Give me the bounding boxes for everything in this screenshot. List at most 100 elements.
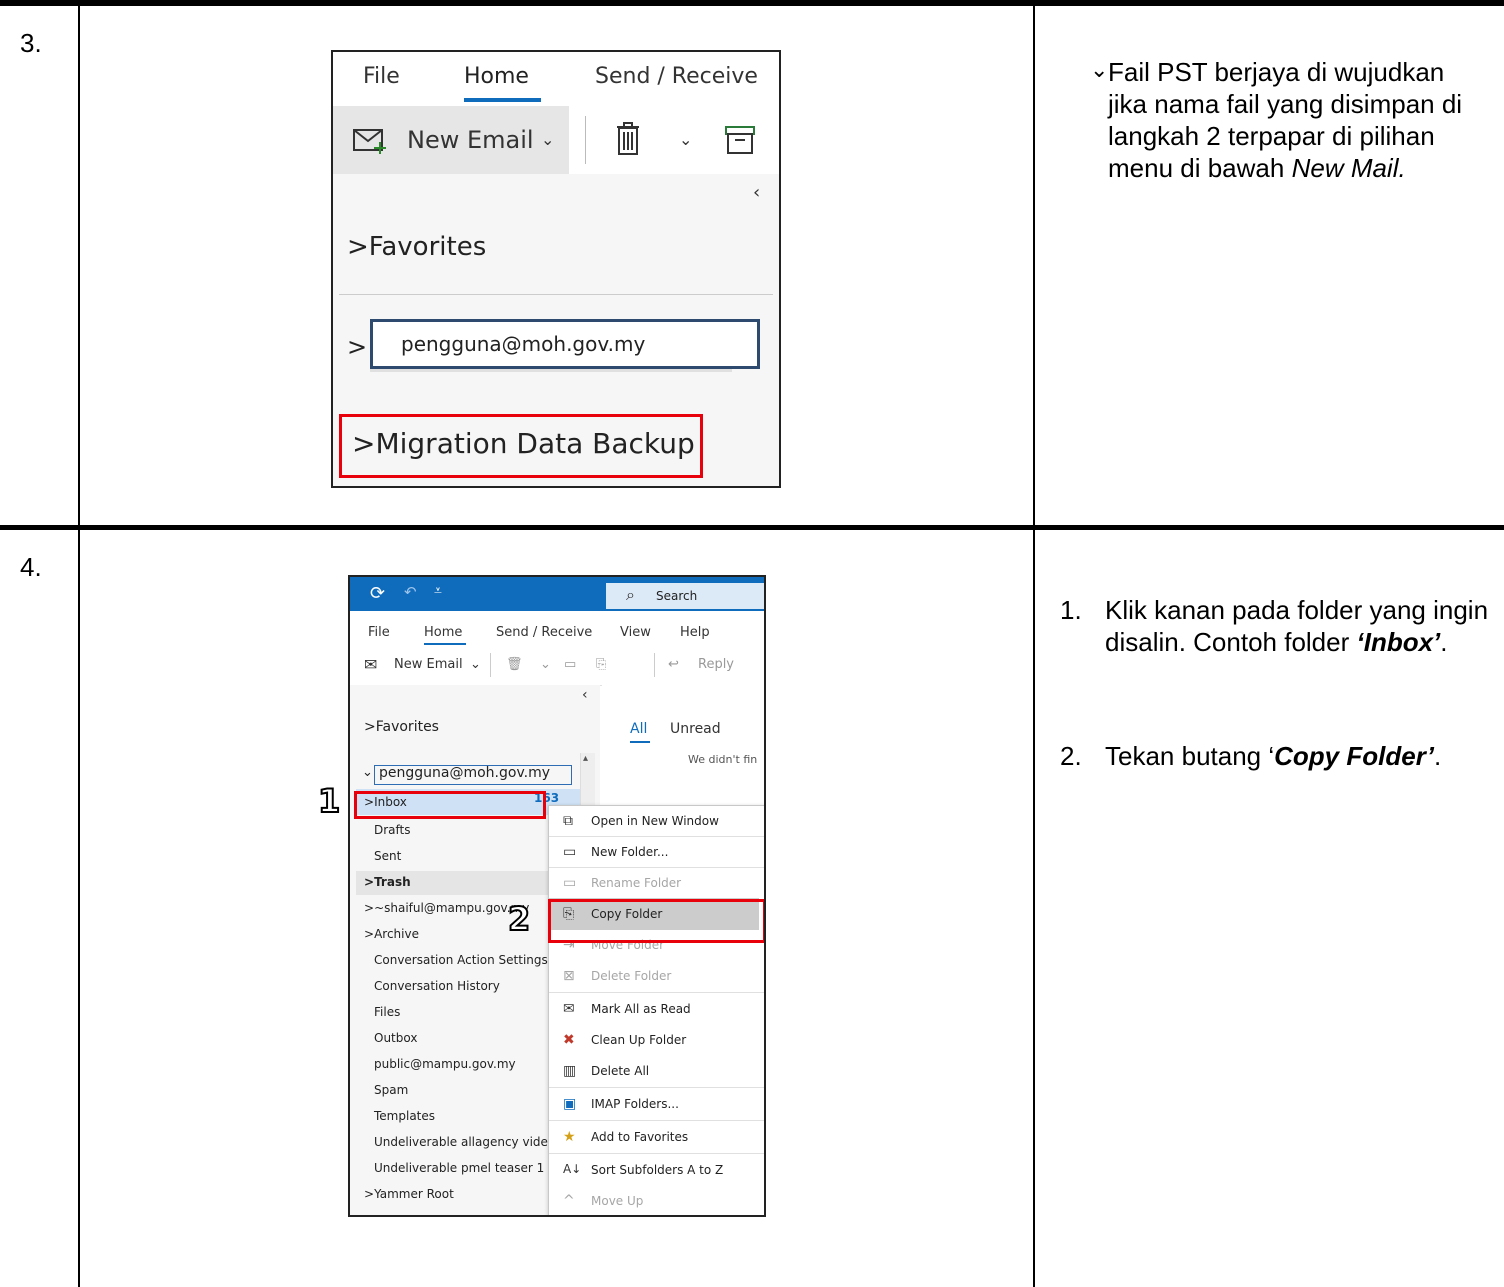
folder-templates[interactable]: Templates — [374, 1109, 435, 1123]
instruction-body: Tekan butang ‘ — [1105, 741, 1275, 771]
instruction-end: . — [1434, 741, 1442, 771]
folder-label: Trash — [374, 875, 411, 889]
folder-archive[interactable]: >Archive — [364, 927, 419, 941]
menu-separator — [549, 1120, 764, 1121]
new-email-label: New Email — [407, 126, 534, 154]
new-email-icon: ✉ — [364, 655, 378, 674]
scroll-up-icon[interactable]: ▴ — [583, 753, 588, 764]
step-3-desc-text: Fail PST berjaya di wujudkan jika nama f… — [1108, 57, 1463, 183]
sync-icon[interactable]: ⟳ — [370, 583, 385, 604]
empty-list-message: We didn't fin — [688, 753, 758, 766]
title-bar: ⟳ ↶ ⩡ ⌕ Search — [350, 577, 764, 611]
section-divider — [339, 294, 773, 295]
tab-send-receive[interactable]: Send / Receive — [496, 625, 592, 640]
folder-public[interactable]: public@mampu.gov.my — [374, 1057, 516, 1071]
folder-spam[interactable]: Spam — [374, 1083, 408, 1097]
folder-context-menu: ⧉ Open in New Window ▭ New Folder... ▭ Rena… — [548, 805, 764, 1215]
menu-delete-all[interactable]: ▥ Delete All — [549, 1056, 764, 1086]
folder-sent[interactable]: Sent — [374, 849, 401, 863]
menu-new-folder[interactable]: ▭ New Folder... — [549, 837, 764, 867]
table-row-divider — [0, 525, 1504, 530]
ribbon-tabs: File Home Send / Receive View Help — [350, 611, 764, 645]
folder-conversation-history[interactable]: Conversation History — [374, 979, 500, 993]
screenshot-copy-folder: ⟳ ↶ ⩡ ⌕ Search File Home Send / Receive … — [348, 575, 766, 1217]
chevron-down-icon[interactable]: ⌄ — [470, 657, 481, 672]
folder-shared-mailbox[interactable]: >~shaiful@mampu.gov.my — [364, 901, 529, 915]
table-top-border — [0, 0, 1504, 6]
inbox-red-highlight — [354, 791, 546, 819]
table-col-divider-1 — [78, 0, 80, 1287]
menu-item-label: Open in New Window — [591, 814, 719, 828]
folder-trash[interactable]: >Trash — [364, 875, 411, 889]
filter-unread-tab[interactable]: Unread — [670, 721, 721, 737]
menu-move-up[interactable]: ^ Move Up — [549, 1186, 764, 1215]
instruction-end: . — [1440, 627, 1448, 657]
menu-add-to-favorites[interactable]: ★ Add to Favorites — [549, 1122, 764, 1152]
folder-outbox[interactable]: Outbox — [374, 1031, 417, 1045]
folder-undeliverable-2[interactable]: Undeliverable pmel teaser 1 — [374, 1161, 544, 1175]
folder-undeliverable-1[interactable]: Undeliverable allagency video. — [374, 1135, 559, 1149]
tab-send-receive[interactable]: Send / Receive — [595, 64, 758, 89]
archive-icon[interactable]: ▭ — [564, 657, 576, 672]
delete-icon[interactable]: 🗑 — [506, 657, 523, 672]
menu-delete-folder[interactable]: ⊠ Delete Folder — [549, 961, 764, 991]
delete-all-icon: ▥ — [563, 1063, 577, 1079]
menu-mark-all-read[interactable]: ✉ Mark All as Read — [549, 994, 764, 1024]
tab-file[interactable]: File — [368, 625, 390, 640]
chevron-down-icon[interactable]: ⌄ — [362, 765, 373, 780]
new-email-button[interactable]: New Email ⌄ — [333, 106, 569, 174]
account-email: pengguna@moh.gov.my — [401, 332, 646, 356]
rename-folder-icon: ▭ — [563, 875, 577, 891]
instruction-number: 1. — [1060, 595, 1082, 625]
tab-file[interactable]: File — [363, 64, 400, 89]
tab-help[interactable]: Help — [680, 625, 710, 640]
reply-icon[interactable]: ↩ — [668, 657, 679, 672]
menu-open-new-window[interactable]: ⧉ Open in New Window — [549, 806, 764, 836]
reply-button[interactable]: Reply — [698, 657, 734, 672]
ribbon-tabs: File Home Send / Receive — [333, 52, 779, 106]
quick-access-icon[interactable]: ⩡ — [434, 583, 442, 599]
new-email-icon — [353, 129, 386, 154]
chevron-down-icon[interactable]: ⌄ — [679, 130, 692, 149]
filter-all-tab[interactable]: All — [630, 721, 647, 737]
collapse-pane-icon[interactable]: ‹ — [753, 182, 760, 203]
clean-up-icon: ✖ — [563, 1032, 575, 1048]
menu-clean-up-folder[interactable]: ✖ Clean Up Folder — [549, 1025, 764, 1055]
tab-home[interactable]: Home — [424, 625, 462, 640]
tab-home[interactable]: Home — [464, 64, 529, 89]
favorites-section[interactable]: >Favorites — [364, 719, 439, 735]
tab-view[interactable]: View — [620, 625, 651, 640]
favorites-section[interactable]: >Favorites — [347, 232, 486, 262]
pst-folder-highlight[interactable]: >Migration Data Backup — [339, 414, 703, 478]
toolbar-separator — [585, 116, 586, 164]
delete-icon[interactable] — [615, 122, 641, 156]
archive-icon[interactable] — [725, 126, 755, 154]
chevron-right-icon: > — [352, 427, 376, 460]
folder-drafts[interactable]: Drafts — [374, 823, 411, 837]
table-col-divider-2 — [1033, 0, 1035, 1287]
undo-icon[interactable]: ↶ — [404, 583, 417, 601]
account-underline — [370, 369, 732, 372]
chevron-right-icon[interactable]: > — [347, 333, 367, 361]
collapse-pane-icon[interactable]: ‹ — [582, 687, 588, 703]
chevron-down-icon[interactable]: ⌄ — [541, 130, 554, 149]
new-email-button[interactable]: New Email — [394, 657, 463, 672]
search-box[interactable]: ⌕ Search — [606, 583, 764, 609]
move-icon[interactable]: ⎘ — [596, 657, 606, 672]
delete-folder-icon: ⊠ — [563, 968, 575, 984]
menu-sort-subfolders[interactable]: A↓ Sort Subfolders A to Z — [549, 1155, 764, 1185]
imap-folders-icon: ▣ — [563, 1096, 577, 1112]
folder-conversation-action-settings[interactable]: Conversation Action Settings — [374, 953, 548, 967]
menu-item-label: Mark All as Read — [591, 1002, 691, 1016]
menu-rename-folder[interactable]: ▭ Rename Folder — [549, 868, 764, 898]
menu-item-label: Clean Up Folder — [591, 1033, 687, 1047]
menu-imap-folders[interactable]: ▣ IMAP Folders... — [549, 1089, 764, 1119]
folder-files[interactable]: Files — [374, 1005, 400, 1019]
instruction-text: Tekan butang ‘Copy Folder’. — [1060, 740, 1490, 772]
folder-yammer-root[interactable]: >Yammer Root — [364, 1187, 454, 1201]
chevron-down-icon[interactable]: ⌄ — [540, 657, 551, 672]
toolbar-separator — [654, 653, 655, 677]
account-email-box[interactable]: pengguna@moh.gov.my — [374, 765, 572, 785]
active-tab-indicator — [464, 98, 541, 102]
account-email-box[interactable]: pengguna@moh.gov.my — [370, 319, 760, 369]
